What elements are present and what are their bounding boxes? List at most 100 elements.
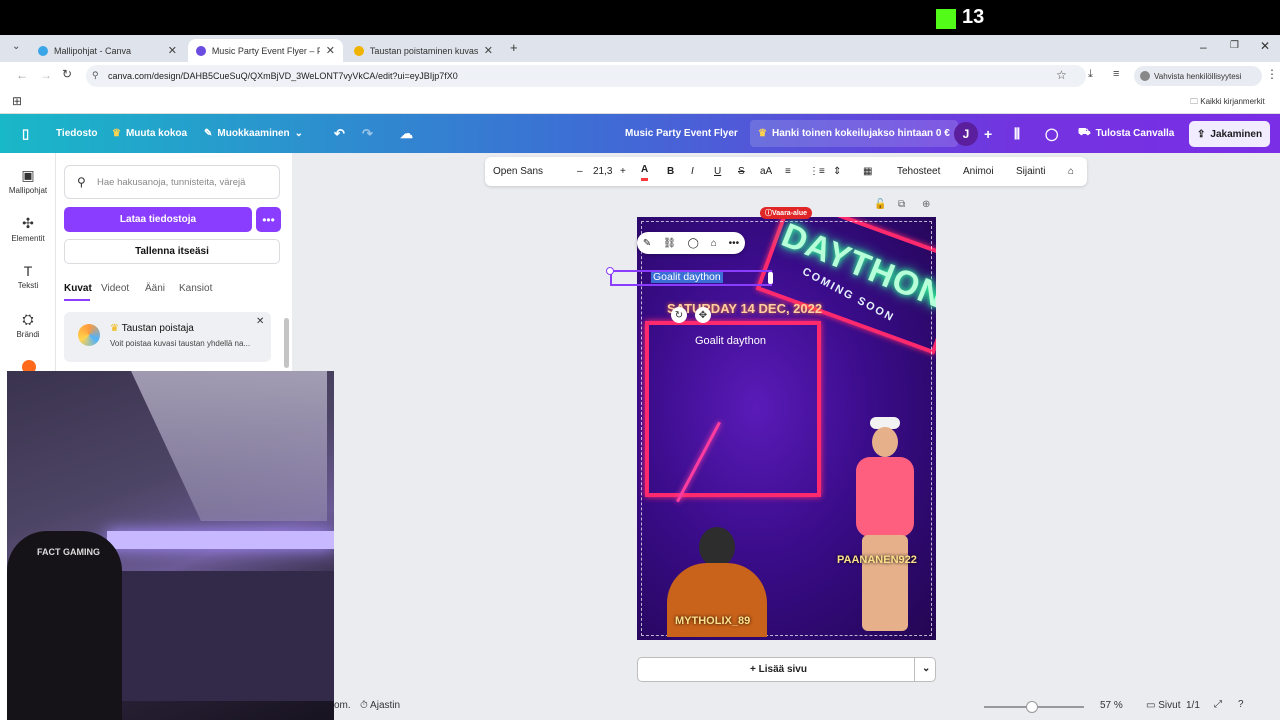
close-card-icon[interactable]: ✕	[256, 316, 264, 327]
help-icon[interactable]: ?	[1238, 699, 1244, 710]
text-color-icon[interactable]: A	[641, 161, 649, 181]
panel-scrollbar[interactable]	[284, 318, 289, 368]
zoom-slider-thumb[interactable]	[1026, 701, 1038, 713]
zoom-level[interactable]: 57 %	[1100, 700, 1123, 711]
undo-icon[interactable]: ↶	[334, 114, 345, 153]
comment-icon[interactable]: ◯	[1045, 114, 1058, 153]
cloud-save-icon[interactable]: ☁	[400, 114, 413, 153]
spacing-icon[interactable]: ⇕	[833, 157, 841, 186]
bookmark-star-icon[interactable]: ☆	[1056, 68, 1067, 82]
underline-icon[interactable]: U	[714, 157, 721, 186]
insights-icon[interactable]: ⫼	[1014, 114, 1020, 153]
editing-menu[interactable]: ✎ Muokkaaminen ⌄	[204, 114, 303, 153]
animate-button[interactable]: Animoi	[963, 157, 994, 186]
pages-button[interactable]: ▭ Sivut	[1146, 700, 1180, 711]
tab-folders[interactable]: Kansiot	[179, 283, 212, 294]
increase-size-icon[interactable]: +	[620, 157, 626, 186]
paint-format-icon[interactable]: ⌂	[1068, 157, 1074, 186]
duplicate-page-icon[interactable]: ⧉	[898, 199, 905, 210]
download-icon[interactable]: ⤓	[1088, 68, 1093, 81]
strikethrough-icon[interactable]: S	[738, 157, 745, 186]
italic-icon[interactable]: I	[691, 157, 694, 186]
tab-search-icon[interactable]: ⌄	[12, 41, 20, 52]
font-select[interactable]: Open Sans	[493, 157, 567, 186]
resize-handle[interactable]	[606, 267, 614, 275]
add-collaborator-icon[interactable]: +	[984, 114, 992, 153]
reload-icon[interactable]: ↻	[62, 67, 72, 81]
chevron-down-icon[interactable]: ⌄	[922, 663, 930, 674]
tab-bg-removal[interactable]: Taustan poistaminen kuvasta: h ✕	[346, 39, 501, 62]
box-title-text[interactable]: Goalit daython	[695, 335, 766, 347]
position-button[interactable]: Sijainti	[1016, 157, 1045, 186]
fullscreen-icon[interactable]: ⤢	[1214, 699, 1222, 710]
media-icon[interactable]: ≡	[1113, 68, 1119, 80]
player2-photo[interactable]	[832, 417, 932, 639]
more-options-icon[interactable]: •••	[729, 238, 740, 249]
tab-music-party[interactable]: Music Party Event Flyer – Flaije ✕	[188, 39, 343, 62]
print-button[interactable]: ⛟ Tulosta Canvalla	[1078, 114, 1174, 153]
profile-button[interactable]: Vahvista henkilöllisyytesi	[1134, 66, 1262, 86]
comment-icon[interactable]: ◯	[688, 238, 699, 249]
rail-item-elements[interactable]: ✣ Elementit	[0, 215, 56, 243]
text-selection-frame[interactable]	[610, 270, 772, 286]
file-menu[interactable]: Tiedosto	[56, 114, 97, 153]
tab-images[interactable]: Kuvat	[64, 283, 92, 294]
list-icon[interactable]: ⋮≡	[809, 157, 825, 186]
forward-icon[interactable]: →	[40, 68, 52, 82]
rail-item-text[interactable]: T Teksti	[0, 263, 56, 290]
record-yourself-button[interactable]: Tallenna itseäsi	[64, 239, 280, 264]
effects-button[interactable]: Tehosteet	[897, 157, 940, 186]
share-button[interactable]: ⇪ Jakaminen	[1189, 121, 1271, 147]
close-tab-icon[interactable]: ✕	[484, 44, 493, 57]
trial-button[interactable]: ♛ Hanki toinen kokeilujakso hintaan 0 €	[750, 120, 958, 147]
apps-grid-icon[interactable]: ⊞	[12, 94, 22, 108]
user-avatar[interactable]: J	[954, 122, 978, 146]
bg-remover-desc: Voit poistaa kuvasi taustan yhdellä na..…	[110, 339, 251, 348]
tab-audio[interactable]: Ääni	[145, 283, 165, 294]
bold-icon[interactable]: B	[667, 157, 674, 186]
close-tab-icon[interactable]: ✕	[168, 44, 177, 57]
all-bookmarks[interactable]: 🗀 Kaikki kirjanmerkit	[1190, 96, 1265, 110]
tab-videos[interactable]: Videot	[101, 283, 129, 294]
sidebar-toggle-icon[interactable]: ▯	[22, 114, 29, 153]
redo-icon[interactable]: ↷	[362, 114, 373, 153]
design-title[interactable]: Music Party Event Flyer	[625, 114, 738, 153]
close-tab-icon[interactable]: ✕	[326, 44, 335, 57]
resize-handle[interactable]	[768, 272, 773, 284]
player1-name[interactable]: MYTHOLIX_89	[675, 615, 750, 627]
date-text[interactable]: SATURDAY 14 DEC, 2022	[667, 301, 822, 316]
add-page-button[interactable]: + Lisää sivu ⌄	[637, 657, 936, 682]
lock-icon[interactable]: ⌂	[711, 238, 717, 249]
player2-shirt	[856, 457, 914, 537]
transparency-icon[interactable]: ▦	[863, 157, 872, 186]
timer-button[interactable]: ⏱ Ajastin	[360, 700, 400, 711]
back-icon[interactable]: ←	[16, 68, 28, 82]
font-size-input[interactable]: 21,3	[593, 157, 612, 186]
rotate-icon[interactable]: ↻	[671, 307, 687, 323]
minimize-icon[interactable]: –	[1200, 40, 1207, 54]
rail-item-brand[interactable]: ⛭ Brändi	[0, 311, 56, 339]
close-window-icon[interactable]: ✕	[1260, 39, 1270, 53]
case-icon[interactable]: aA	[760, 157, 772, 186]
browser-menu-icon[interactable]: ⋮	[1266, 67, 1278, 81]
new-tab-button[interactable]: +	[510, 40, 518, 55]
resize-button[interactable]: ♛ Muuta kokoa	[112, 114, 187, 153]
more-options-icon[interactable]: •••	[256, 207, 281, 232]
search-input[interactable]: ⚲ Hae hakusanoja, tunnisteita, värejä	[64, 165, 280, 199]
notes-fragment[interactable]: om.	[334, 700, 351, 711]
bg-remover-card[interactable]: ♛ Taustan poistaja Voit poistaa kuvasi t…	[64, 312, 271, 362]
link-icon[interactable]: ⛓	[663, 238, 676, 249]
align-icon[interactable]: ≡	[785, 157, 791, 186]
player2-name[interactable]: PAANANEN922	[837, 554, 917, 566]
lock-icon[interactable]: 🔓	[874, 199, 886, 210]
site-info-icon[interactable]: ⚲	[92, 70, 99, 81]
add-page-icon[interactable]: ⊕	[922, 199, 930, 210]
url-input[interactable]: ⚲ canva.com/design/DAHB5CueSuQ/QXmBjVD_3…	[86, 65, 1086, 87]
upload-button[interactable]: Lataa tiedostoja	[64, 207, 252, 232]
rail-item-templates[interactable]: ▣ Mallipohjat	[0, 167, 56, 195]
magic-write-icon[interactable]: ✎	[643, 238, 651, 249]
decrease-size-icon[interactable]: –	[577, 157, 583, 186]
maximize-icon[interactable]: ❐	[1230, 40, 1239, 51]
tab-templates[interactable]: Mallipohjat - Canva ✕	[30, 39, 185, 62]
move-icon[interactable]: ✥	[695, 307, 711, 323]
